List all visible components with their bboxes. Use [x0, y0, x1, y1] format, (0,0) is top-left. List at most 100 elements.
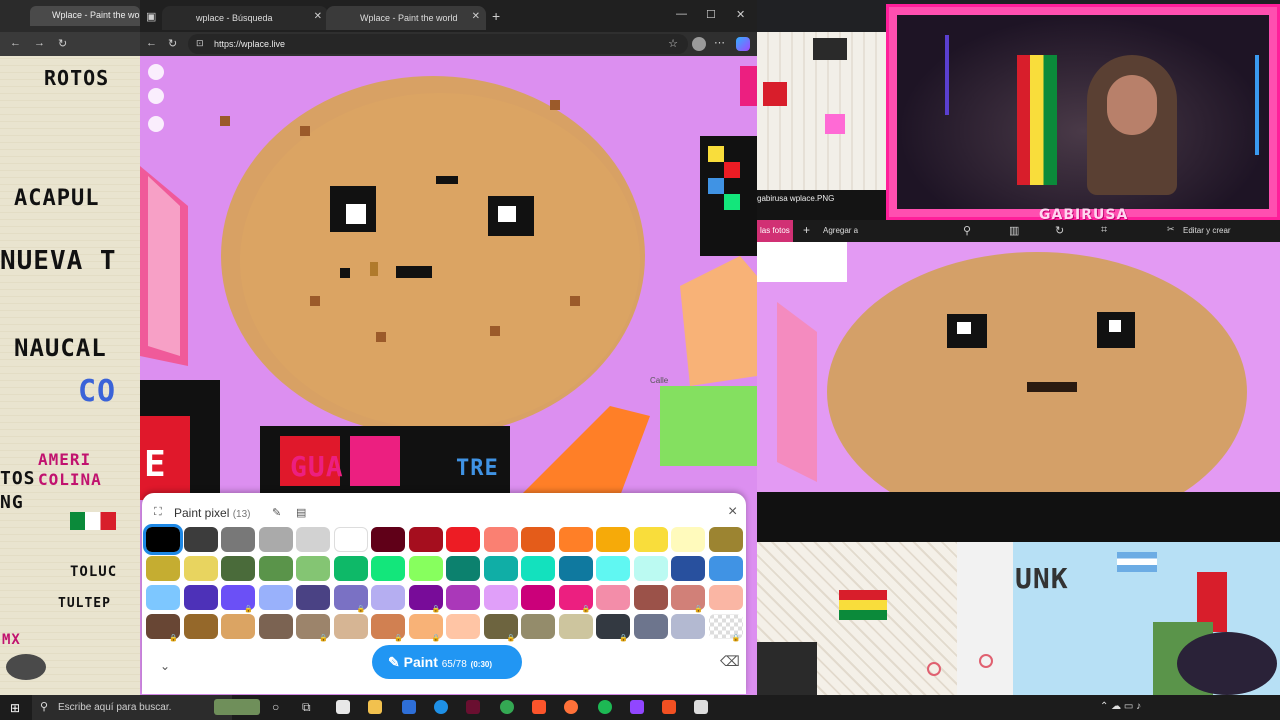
address-bar[interactable]: ⊡ https://wplace.live ☆ [188, 34, 688, 54]
forward-arrow-icon[interactable]: → [34, 37, 45, 49]
pixel-canvas[interactable]: Calle E GUA TRE ⛶ Paint pixel (13) ✎ ▤ ×… [140, 56, 757, 695]
copilot-icon[interactable] [736, 37, 750, 51]
delete-icon[interactable]: ▥ [1009, 224, 1019, 237]
color-swatch[interactable] [296, 527, 330, 552]
color-swatch[interactable] [521, 556, 555, 581]
close-window-button[interactable]: ✕ [736, 8, 745, 21]
color-swatch[interactable] [633, 527, 668, 552]
color-swatch[interactable]: 🔒 [596, 614, 630, 642]
rotate-icon[interactable]: ↻ [1055, 224, 1064, 237]
color-swatch[interactable] [371, 585, 405, 610]
windows-start-icon[interactable]: ⊞ [10, 701, 20, 715]
color-swatch[interactable] [483, 527, 518, 552]
menu-dots-icon[interactable]: ⋯ [714, 36, 725, 49]
taskbar-search[interactable]: ⚲ Escribe aquí para buscar. [32, 695, 232, 720]
maximize-button[interactable]: ☐ [706, 8, 716, 21]
chrome-icon[interactable] [500, 700, 514, 714]
color-swatch[interactable] [708, 556, 743, 581]
color-swatch[interactable] [258, 527, 293, 552]
photos-icon[interactable] [694, 700, 708, 714]
app-icon[interactable] [662, 700, 676, 714]
color-swatch[interactable] [446, 585, 480, 610]
color-swatch[interactable] [708, 585, 743, 610]
app-icon[interactable] [466, 700, 480, 714]
color-swatch[interactable] [671, 614, 705, 639]
color-swatch[interactable] [521, 585, 555, 610]
color-swatch[interactable] [183, 527, 218, 552]
crop-icon[interactable]: ⌗ [1101, 224, 1107, 237]
color-swatch[interactable] [633, 614, 668, 639]
edge-icon[interactable] [434, 700, 448, 714]
color-swatch[interactable] [671, 527, 705, 552]
cortana-icon[interactable]: ○ [272, 700, 279, 714]
color-swatch[interactable]: 🔒 [146, 614, 180, 642]
tab-actions-icon[interactable]: ▣ [146, 10, 156, 23]
layers-icon[interactable]: ▤ [296, 506, 306, 519]
task-view-icon[interactable]: ⧉ [302, 700, 311, 715]
close-panel-button[interactable]: × [728, 503, 737, 521]
color-swatch[interactable] [258, 585, 293, 610]
color-swatch[interactable] [333, 556, 368, 581]
twitch-icon[interactable] [148, 116, 164, 132]
color-swatch[interactable] [221, 556, 255, 581]
transparent-swatch[interactable]: 🔒 [708, 614, 743, 642]
color-swatch[interactable] [708, 527, 743, 552]
color-swatch[interactable] [333, 527, 368, 552]
color-swatch[interactable] [146, 585, 180, 610]
color-swatch[interactable] [596, 527, 630, 552]
color-swatch[interactable] [596, 585, 630, 610]
color-swatch[interactable] [483, 585, 518, 610]
file-explorer-icon[interactable] [368, 700, 382, 714]
left-map-control[interactable] [6, 654, 46, 680]
color-swatch[interactable] [633, 556, 668, 581]
obs-icon[interactable] [630, 700, 644, 714]
color-swatch[interactable] [258, 614, 293, 639]
photos-tab[interactable]: las fotos [757, 220, 793, 242]
add-icon[interactable]: + [803, 223, 810, 237]
back-arrow-icon[interactable]: ← [10, 37, 21, 49]
collapse-chevron-icon[interactable]: ⌄ [160, 659, 170, 673]
color-swatch[interactable] [296, 585, 330, 610]
zoomed-screenshot[interactable] [757, 242, 1280, 542]
color-swatch[interactable] [558, 556, 593, 581]
color-swatch[interactable] [183, 614, 218, 639]
color-swatch[interactable] [558, 614, 593, 639]
paint-button[interactable]: ✎ Paint 65/78 (0:30) [372, 645, 522, 679]
site-info-icon[interactable]: ⊡ [196, 38, 204, 49]
color-swatch[interactable] [221, 614, 255, 639]
edit-icon[interactable]: ✂ [1167, 224, 1175, 235]
spotify-icon[interactable] [598, 700, 612, 714]
color-swatch[interactable] [558, 527, 593, 552]
minimize-button[interactable]: — [676, 8, 687, 20]
color-swatch[interactable] [371, 527, 405, 552]
color-swatch[interactable] [521, 614, 555, 639]
calculator-icon[interactable] [336, 700, 350, 714]
color-swatch[interactable] [408, 527, 443, 552]
color-swatch[interactable] [146, 556, 180, 581]
color-swatch[interactable] [143, 524, 183, 555]
brave-icon[interactable] [532, 700, 546, 714]
zoom-out-button[interactable] [148, 88, 164, 104]
color-swatch[interactable] [221, 527, 255, 552]
color-swatch[interactable]: 🔒 [371, 614, 405, 642]
color-swatch[interactable] [446, 614, 480, 639]
close-tab-icon[interactable]: ✕ [314, 11, 322, 22]
favorite-star-icon[interactable]: ☆ [668, 37, 678, 50]
color-swatch[interactable]: 🔒 [221, 585, 255, 613]
color-swatch[interactable] [408, 556, 443, 581]
tab-wplace[interactable]: Wplace - Paint the world ✕ [326, 6, 486, 30]
color-swatch[interactable]: 🔒 [296, 614, 330, 642]
color-swatch[interactable] [521, 527, 555, 552]
zoom-icon[interactable]: ⚲ [963, 224, 971, 237]
color-swatch[interactable] [633, 585, 668, 610]
color-swatch[interactable] [446, 527, 480, 552]
color-swatch[interactable]: 🔒 [333, 585, 368, 613]
color-swatch[interactable] [671, 556, 705, 581]
color-swatch[interactable]: 🔒 [408, 585, 443, 613]
color-swatch[interactable] [183, 585, 218, 610]
close-tab-icon[interactable]: ✕ [472, 11, 480, 22]
add-to-button[interactable]: Agregar a [823, 226, 858, 235]
drag-handle-icon[interactable]: ⛶ [154, 506, 162, 519]
reload-icon[interactable]: ↻ [58, 37, 67, 50]
eraser-icon[interactable]: ⌫ [720, 653, 740, 670]
